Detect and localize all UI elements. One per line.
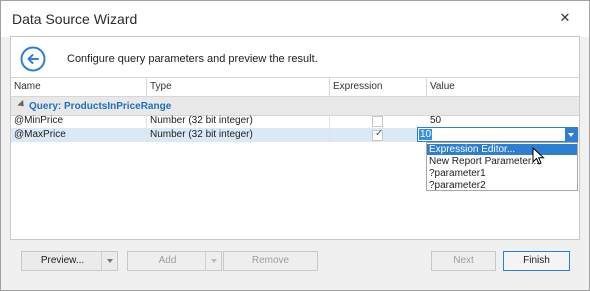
column-header-type[interactable]: Type bbox=[147, 78, 330, 96]
param-value-cell[interactable]: 50 bbox=[427, 114, 579, 128]
remove-button-label: Remove bbox=[251, 255, 290, 266]
table-row[interactable]: @MinPrice Number (32 bit integer) 50 bbox=[11, 114, 579, 128]
expression-checkbox-checked[interactable]: ✓ bbox=[372, 128, 384, 141]
add-button-label: Add bbox=[158, 255, 177, 266]
page-description: Configure query parameters and preview t… bbox=[67, 53, 318, 65]
wizard-footer: Preview... Add Remove Next Finish bbox=[10, 242, 580, 278]
dropdown-item-parameter2[interactable]: ?parameter2 bbox=[427, 180, 577, 191]
add-button[interactable]: Add bbox=[127, 251, 222, 271]
window-title: Data Source Wizard bbox=[12, 11, 138, 27]
finish-button[interactable]: Finish bbox=[503, 251, 570, 271]
preview-button-label: Preview... bbox=[40, 255, 85, 266]
preview-button[interactable]: Preview... bbox=[21, 251, 118, 271]
value-editor-text[interactable]: 10 bbox=[419, 129, 433, 140]
dropdown-item-expression-editor[interactable]: Expression Editor... bbox=[427, 144, 577, 155]
chevron-down-icon[interactable] bbox=[205, 252, 221, 270]
param-name-cell: @MinPrice bbox=[11, 114, 147, 128]
close-icon[interactable]: ✕ bbox=[557, 10, 573, 26]
chevron-down-icon[interactable] bbox=[101, 252, 117, 270]
value-dropdown-list: Expression Editor... New Report Paramete… bbox=[426, 142, 578, 191]
chevron-down-icon[interactable] bbox=[565, 128, 577, 141]
expression-checkbox[interactable] bbox=[372, 116, 383, 127]
dropdown-item-parameter1[interactable]: ?parameter1 bbox=[427, 168, 577, 179]
param-name-cell: @MaxPrice bbox=[11, 128, 147, 142]
group-title: Query: ProductsInPriceRange bbox=[29, 101, 172, 112]
dropdown-item-new-report-parameter[interactable]: New Report Parameter... bbox=[427, 156, 577, 167]
back-arrow-icon[interactable] bbox=[20, 46, 46, 72]
title-bar: Data Source Wizard ✕ bbox=[1, 1, 589, 37]
next-button[interactable]: Next bbox=[431, 251, 496, 271]
remove-button[interactable]: Remove bbox=[223, 251, 318, 271]
param-type-cell[interactable]: Number (32 bit integer) bbox=[147, 128, 330, 142]
column-header-value[interactable]: Value bbox=[427, 78, 579, 96]
next-button-label: Next bbox=[453, 255, 474, 266]
mouse-cursor-icon bbox=[532, 147, 545, 165]
param-type-cell[interactable]: Number (32 bit integer) bbox=[147, 114, 330, 128]
column-header-name[interactable]: Name bbox=[11, 78, 147, 96]
checkmark-icon: ✓ bbox=[375, 128, 384, 139]
collapse-arrow-icon[interactable] bbox=[17, 99, 27, 110]
group-row[interactable]: Query: ProductsInPriceRange bbox=[11, 96, 579, 116]
value-editor-combobox[interactable]: 10 bbox=[417, 127, 578, 142]
finish-button-label: Finish bbox=[523, 255, 550, 266]
column-header-expression[interactable]: Expression bbox=[330, 78, 427, 96]
